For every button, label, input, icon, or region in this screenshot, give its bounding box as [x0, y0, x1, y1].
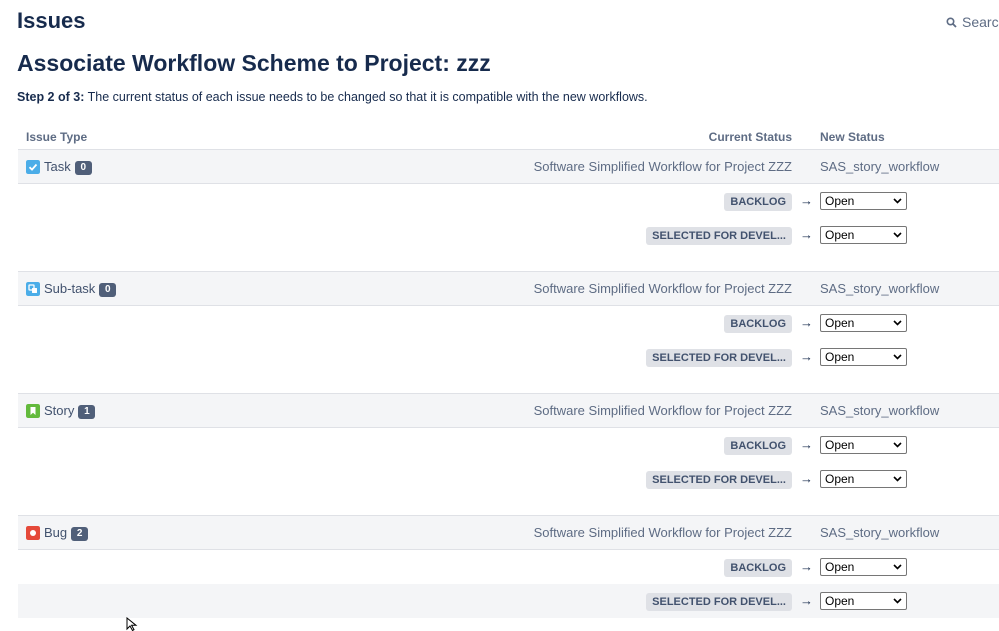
column-header-issue-type: Issue Type — [26, 130, 88, 144]
status-mapping-row: BACKLOG → Open — [18, 306, 999, 340]
new-workflow: SAS_story_workflow — [820, 159, 940, 174]
bug-icon — [26, 526, 40, 540]
step-description: Step 2 of 3: The current status of each … — [17, 90, 648, 104]
current-status-lozenge: SELECTED FOR DEVEL... — [646, 593, 792, 611]
status-mapping-row: SELECTED FOR DEVEL... → Open — [18, 218, 999, 252]
new-status-select[interactable]: Open — [820, 348, 907, 366]
arrow-icon: → — [800, 437, 813, 452]
story-icon — [26, 404, 40, 418]
issue-count-badge: 0 — [99, 283, 117, 297]
chevron-down-icon — [893, 320, 902, 326]
issue-type-name: Sub-task 0 — [44, 281, 117, 297]
current-workflow: Software Simplified Workflow for Project… — [533, 525, 792, 540]
select-value: Open — [825, 472, 855, 486]
current-status-lozenge: BACKLOG — [724, 437, 792, 455]
select-value: Open — [825, 594, 855, 608]
chevron-down-icon — [893, 564, 902, 570]
chevron-down-icon — [893, 198, 902, 204]
current-workflow: Software Simplified Workflow for Project… — [533, 159, 792, 174]
chevron-down-icon — [893, 354, 902, 360]
step-text: The current status of each issue needs t… — [84, 90, 648, 104]
status-mapping-row: BACKLOG → Open — [18, 550, 999, 584]
issue-type-label: Sub-task — [44, 281, 96, 296]
task-icon — [26, 160, 40, 174]
new-status-select[interactable]: Open — [820, 592, 907, 610]
new-workflow: SAS_story_workflow — [820, 525, 940, 540]
search-label: Search — [962, 14, 999, 30]
search-icon — [946, 16, 957, 28]
select-value: Open — [825, 350, 855, 364]
group-header: Sub-task 0 Software Simplified Workflow f… — [18, 271, 999, 306]
group-header: Story 1 Software Simplified Workflow for … — [18, 393, 999, 428]
new-workflow: SAS_story_workflow — [820, 403, 940, 418]
new-status-select[interactable]: Open — [820, 314, 907, 332]
status-mapping-row: SELECTED FOR DEVEL... → Open — [18, 584, 999, 618]
chevron-down-icon — [893, 476, 902, 482]
status-mapping-row: BACKLOG → Open — [18, 184, 999, 218]
column-header-new-status: New Status — [820, 130, 885, 144]
status-mapping-row: SELECTED FOR DEVEL... → Open — [18, 462, 999, 496]
search-button[interactable]: Search — [946, 14, 999, 30]
chevron-down-icon — [893, 232, 902, 238]
arrow-icon: → — [800, 471, 813, 486]
issue-count-badge: 2 — [71, 527, 89, 541]
select-value: Open — [825, 560, 855, 574]
page-title: Associate Workflow Scheme to Project: zz… — [17, 50, 491, 76]
mouse-cursor-icon — [126, 617, 138, 631]
current-status-lozenge: SELECTED FOR DEVEL... — [646, 227, 792, 245]
issue-count-badge: 0 — [74, 161, 92, 175]
select-value: Open — [825, 194, 855, 208]
new-status-select[interactable]: Open — [820, 558, 907, 576]
issue-type-name: Bug 2 — [44, 525, 89, 541]
arrow-icon: → — [800, 593, 813, 608]
chevron-down-icon — [893, 598, 902, 604]
select-value: Open — [825, 228, 855, 242]
app-title: Issues — [17, 8, 86, 33]
top-bar: Issues Search — [0, 0, 999, 44]
select-value: Open — [825, 316, 855, 330]
new-status-select[interactable]: Open — [820, 192, 907, 210]
current-status-lozenge: BACKLOG — [724, 559, 792, 577]
new-status-select[interactable]: Open — [820, 436, 907, 454]
select-value: Open — [825, 438, 855, 452]
column-header-current-status: Current Status — [708, 130, 792, 144]
issue-type-label: Task — [44, 159, 71, 174]
issue-type-label: Story — [44, 403, 75, 418]
step-label: Step 2 of 3: — [17, 90, 85, 104]
current-workflow: Software Simplified Workflow for Project… — [533, 281, 792, 296]
new-workflow: SAS_story_workflow — [820, 281, 940, 296]
group-header: Task 0 Software Simplified Workflow for P… — [18, 149, 999, 184]
current-workflow: Software Simplified Workflow for Project… — [533, 403, 792, 418]
subtask-icon — [26, 282, 40, 296]
chevron-down-icon — [893, 442, 902, 448]
current-status-lozenge: BACKLOG — [724, 315, 792, 333]
arrow-icon: → — [800, 559, 813, 574]
current-status-lozenge: SELECTED FOR DEVEL... — [646, 349, 792, 367]
arrow-icon: → — [800, 193, 813, 208]
issue-count-badge: 1 — [78, 405, 96, 419]
arrow-icon: → — [800, 349, 813, 364]
issue-type-name: Story 1 — [44, 403, 96, 419]
current-status-lozenge: SELECTED FOR DEVEL... — [646, 471, 792, 489]
current-status-lozenge: BACKLOG — [724, 193, 792, 211]
issue-type-name: Task 0 — [44, 159, 92, 175]
arrow-icon: → — [800, 227, 813, 242]
new-status-select[interactable]: Open — [820, 470, 907, 488]
status-mapping-row: SELECTED FOR DEVEL... → Open — [18, 340, 999, 374]
new-status-select[interactable]: Open — [820, 226, 907, 244]
arrow-icon: → — [800, 315, 813, 330]
group-header: Bug 2 Software Simplified Workflow for Pr… — [18, 515, 999, 550]
status-mapping-row: BACKLOG → Open — [18, 428, 999, 462]
issue-type-label: Bug — [44, 525, 68, 540]
